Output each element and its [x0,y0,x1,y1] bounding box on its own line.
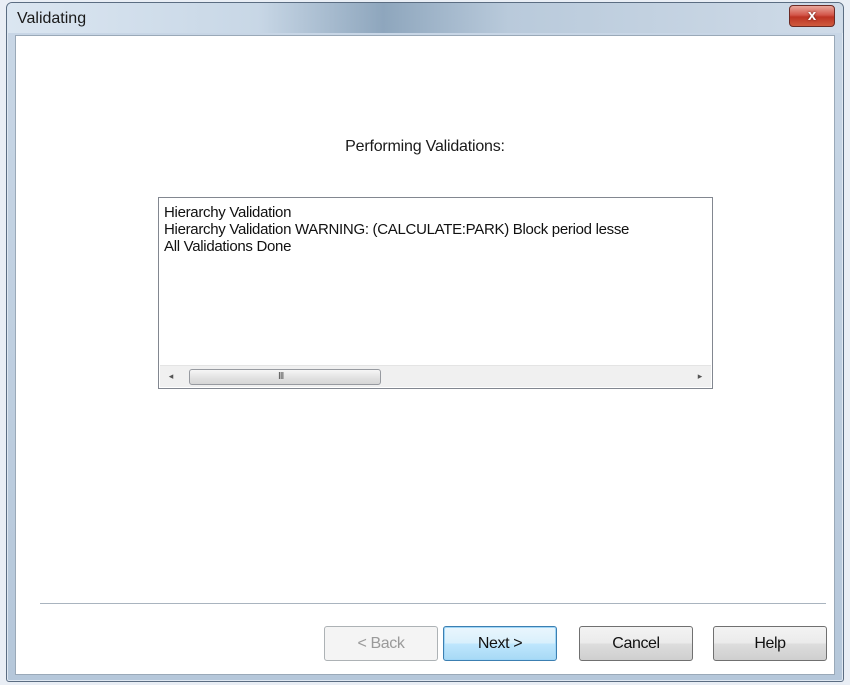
scroll-right-icon[interactable]: ▸ [689,366,711,387]
validation-log-list[interactable]: Hierarchy Validation Hierarchy Validatio… [158,197,713,389]
grip-icon: III [278,371,284,382]
help-button[interactable]: Help [713,626,827,661]
cancel-button[interactable]: Cancel [579,626,693,661]
close-button[interactable]: x [789,5,835,27]
close-icon: x [807,7,817,24]
log-lines: Hierarchy Validation Hierarchy Validatio… [164,204,629,255]
back-button[interactable]: < Back [324,626,438,661]
scrollbar-thumb[interactable]: III [189,369,381,385]
next-button[interactable]: Next > [443,626,557,661]
title-bar[interactable]: Validating x [7,3,843,33]
validating-dialog: Validating x Performing Validations: Hie… [6,2,844,682]
validations-heading: Performing Validations: [345,138,505,155]
button-separator [40,603,826,605]
horizontal-scrollbar[interactable]: ◂ III ▸ [160,365,711,387]
log-line: Hierarchy Validation [164,204,292,221]
window-title: Validating [17,10,87,27]
scroll-left-icon[interactable]: ◂ [160,366,182,387]
dialog-content: Performing Validations: Hierarchy Valida… [15,35,835,675]
log-line: All Validations Done [164,238,292,255]
log-line: Hierarchy Validation WARNING: (CALCULATE… [164,221,630,238]
